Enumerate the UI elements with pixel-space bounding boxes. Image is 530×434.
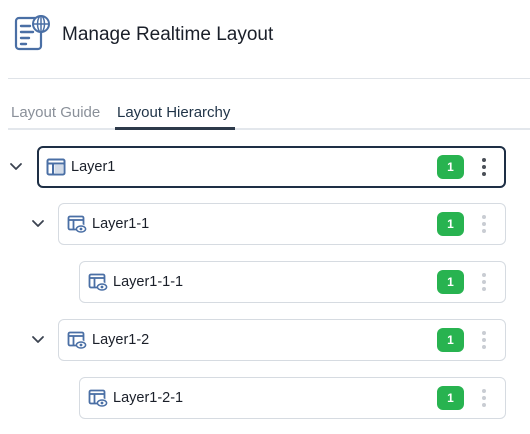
count-badge: 1 [437, 270, 464, 294]
collapse-chevron-icon[interactable] [31, 333, 45, 347]
tree-node-label: Layer1-1-1 [113, 274, 184, 290]
more-options-icon[interactable] [478, 156, 490, 178]
tab-layout-guide[interactable]: Layout Guide [11, 104, 100, 126]
layer-view-icon [88, 272, 108, 292]
count-badge: 1 [437, 328, 464, 352]
collapse-chevron-icon[interactable] [31, 217, 45, 231]
layer-view-icon [67, 214, 87, 234]
active-tab-indicator [115, 127, 235, 130]
layer-panel-icon [46, 157, 66, 177]
tab-bar: Layout Guide Layout Hierarchy [0, 104, 530, 130]
count-badge: 1 [437, 155, 464, 179]
layer-view-icon [88, 388, 108, 408]
tree-node-row[interactable]: Layer1-1-1 1 [79, 261, 506, 303]
tree-node-label: Layer1-2-1 [113, 390, 184, 406]
tree-node-label: Layer1 [71, 159, 116, 175]
more-options-icon[interactable] [478, 271, 490, 293]
tree-node-row[interactable]: Layer1-2 1 [58, 319, 506, 361]
more-options-icon[interactable] [478, 213, 490, 235]
count-badge: 1 [437, 386, 464, 410]
tree-node-row[interactable]: Layer1-1 1 [58, 203, 506, 245]
tab-bar-baseline [8, 128, 530, 130]
layout-settings-icon [14, 15, 50, 51]
tree-node-row[interactable]: Layer1-2-1 1 [79, 377, 506, 419]
page-title: Manage Realtime Layout [62, 24, 274, 45]
tree-node-row[interactable]: Layer1 1 [37, 146, 506, 188]
count-badge: 1 [437, 212, 464, 236]
more-options-icon[interactable] [478, 387, 490, 409]
tree-node-label: Layer1-2 [92, 332, 150, 348]
collapse-chevron-icon[interactable] [9, 160, 23, 174]
tab-layout-hierarchy[interactable]: Layout Hierarchy [117, 104, 230, 126]
header-divider [8, 78, 530, 79]
more-options-icon[interactable] [478, 329, 490, 351]
manage-realtime-layout-panel: Manage Realtime Layout Layout Guide Layo… [0, 0, 530, 434]
tree-node-label: Layer1-1 [92, 216, 150, 232]
layer-view-icon [67, 330, 87, 350]
panel-header: Manage Realtime Layout [0, 0, 530, 78]
